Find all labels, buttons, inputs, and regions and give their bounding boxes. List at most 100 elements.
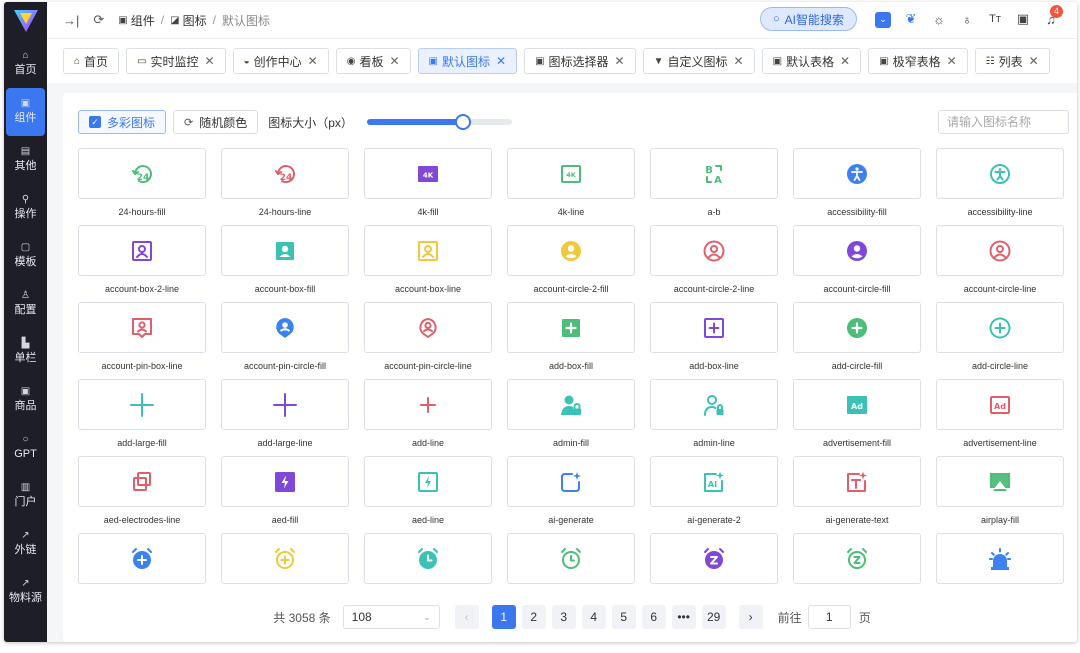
icon-tile[interactable] xyxy=(364,302,492,353)
icon-tile[interactable] xyxy=(78,302,206,353)
icon-card[interactable]: aed-fill xyxy=(221,456,349,533)
bird-icon[interactable]: ❦ xyxy=(897,11,925,27)
icon-tile[interactable] xyxy=(507,302,635,353)
icon-card[interactable]: account-pin-circle-fill xyxy=(221,302,349,379)
icon-tile[interactable] xyxy=(364,379,492,430)
icon-tile[interactable] xyxy=(507,225,635,276)
icon-card[interactable] xyxy=(793,533,921,610)
icon-card[interactable]: add-circle-fill xyxy=(793,302,921,379)
icon-search-input[interactable] xyxy=(938,110,1069,134)
close-icon[interactable]: ✕ xyxy=(496,54,506,68)
icon-card[interactable]: add-circle-line xyxy=(936,302,1064,379)
icon-card[interactable]: add-line xyxy=(364,379,492,456)
icon-card[interactable]: accessibility-fill xyxy=(793,148,921,225)
icon-card[interactable]: aed-line xyxy=(364,456,492,533)
icon-card[interactable]: ai-generate-text xyxy=(793,456,921,533)
slider-handle[interactable] xyxy=(454,114,471,130)
icon-tile[interactable] xyxy=(650,225,778,276)
icon-tile[interactable] xyxy=(507,379,635,430)
icon-card[interactable] xyxy=(78,533,206,610)
icon-card[interactable]: 24 24-hours-line xyxy=(221,148,349,225)
tab[interactable]: ⌂ 首页 xyxy=(63,48,120,74)
logo[interactable] xyxy=(4,2,47,40)
icon-tile[interactable]: 24 xyxy=(78,148,206,199)
tab[interactable]: ▭ 实时监控 ✕ xyxy=(126,48,226,74)
sidebar-item[interactable]: ⚲ 操作 xyxy=(4,184,47,232)
page-button[interactable]: 3 xyxy=(551,605,576,629)
icon-tile[interactable] xyxy=(221,533,349,584)
icon-tile[interactable]: 4K xyxy=(364,148,492,199)
icon-tile[interactable]: Ad xyxy=(936,379,1064,430)
icon-card[interactable]: account-pin-box-line xyxy=(78,302,206,379)
close-icon[interactable]: ✕ xyxy=(205,54,215,68)
icon-tile[interactable] xyxy=(221,302,349,353)
tab[interactable]: ▼ 自定义图标 ✕ xyxy=(642,48,755,74)
icon-tile[interactable] xyxy=(650,533,778,584)
page-button[interactable]: 2 xyxy=(521,605,546,629)
icon-card[interactable]: admin-line xyxy=(650,379,778,456)
icon-tile[interactable] xyxy=(364,225,492,276)
icon-tile[interactable] xyxy=(78,533,206,584)
sidebar-item[interactable]: ↗ 外链 xyxy=(4,520,47,568)
icon-tile[interactable] xyxy=(793,533,921,584)
icon-card[interactable]: Ad advertisement-fill xyxy=(793,379,921,456)
icon-card[interactable]: aed-electrodes-line xyxy=(78,456,206,533)
icon-tile[interactable]: 4K xyxy=(507,148,635,199)
icon-card[interactable]: BA a-b xyxy=(650,148,778,225)
next-page-button[interactable]: › xyxy=(738,605,763,629)
shirt-icon[interactable]: ♁ xyxy=(953,12,981,27)
sidebar-item[interactable]: ▣ 商品 xyxy=(4,376,47,424)
tab[interactable]: ◉ 看板 ✕ xyxy=(335,48,411,74)
tab[interactable]: ▣ 图标选择器 ✕ xyxy=(524,48,636,74)
refresh-icon[interactable]: ⟳ xyxy=(93,12,104,28)
multicolor-toggle[interactable]: ✓ 多彩图标 xyxy=(78,110,167,134)
icon-card[interactable]: account-circle-line xyxy=(936,225,1064,302)
bell-icon[interactable]: ♫ 4 xyxy=(1037,4,1065,27)
icon-card[interactable]: add-large-fill xyxy=(78,379,206,456)
icon-card[interactable]: ai-generate xyxy=(507,456,635,533)
icon-tile[interactable] xyxy=(221,456,349,507)
tab[interactable]: ☷ 列表 ✕ xyxy=(974,48,1050,74)
prev-page-button[interactable]: ‹ xyxy=(454,605,479,629)
icon-tile[interactable] xyxy=(793,148,921,199)
close-icon[interactable]: ✕ xyxy=(947,54,957,68)
random-color-button[interactable]: ⟳ 随机颜色 xyxy=(173,110,259,134)
icon-card[interactable]: account-box-fill xyxy=(221,225,349,302)
page-size-select[interactable]: 108 ⌄ xyxy=(342,605,440,629)
icon-size-slider[interactable] xyxy=(366,114,512,130)
icon-card[interactable]: 24 24-hours-fill xyxy=(78,148,206,225)
theme-select-icon[interactable]: ⌄ xyxy=(869,10,897,28)
icon-card[interactable]: AI ai-generate-2 xyxy=(650,456,778,533)
icon-tile[interactable] xyxy=(78,456,206,507)
icon-card[interactable]: accessibility-line xyxy=(936,148,1064,225)
font-size-icon[interactable]: Tт xyxy=(981,13,1009,25)
icon-card[interactable]: account-circle-2-fill xyxy=(507,225,635,302)
icon-card[interactable]: 4K 4k-line xyxy=(507,148,635,225)
icon-tile[interactable] xyxy=(793,456,921,507)
icon-card[interactable] xyxy=(364,533,492,610)
tab[interactable]: ◒ 创作中心 ✕ xyxy=(232,48,329,74)
icon-tile[interactable] xyxy=(936,148,1064,199)
page-button[interactable]: 1 xyxy=(491,605,516,629)
collapse-sidebar-icon[interactable]: →| xyxy=(63,13,79,28)
icon-tile[interactable] xyxy=(364,533,492,584)
icon-tile[interactable] xyxy=(650,379,778,430)
icon-tile[interactable] xyxy=(221,225,349,276)
sidebar-item[interactable]: ▤ 其他 xyxy=(4,136,47,184)
icon-tile[interactable]: AI xyxy=(650,456,778,507)
icon-card[interactable]: account-circle-fill xyxy=(793,225,921,302)
close-icon[interactable]: ✕ xyxy=(615,54,625,68)
icon-tile[interactable] xyxy=(78,225,206,276)
close-icon[interactable]: ✕ xyxy=(1029,54,1039,68)
icon-card[interactable]: admin-fill xyxy=(507,379,635,456)
icon-card[interactable]: account-pin-circle-line xyxy=(364,302,492,379)
icon-tile[interactable] xyxy=(936,302,1064,353)
icon-tile[interactable] xyxy=(650,302,778,353)
page-button[interactable]: 6 xyxy=(641,605,666,629)
more-pages-button[interactable]: ••• xyxy=(671,605,696,629)
tab[interactable]: ▣ 默认表格 ✕ xyxy=(761,48,862,74)
icon-tile[interactable] xyxy=(793,302,921,353)
sidebar-item[interactable]: ♙ 配置 xyxy=(4,280,47,328)
sun-icon[interactable]: ☼ xyxy=(925,12,953,27)
close-icon[interactable]: ✕ xyxy=(389,54,399,68)
